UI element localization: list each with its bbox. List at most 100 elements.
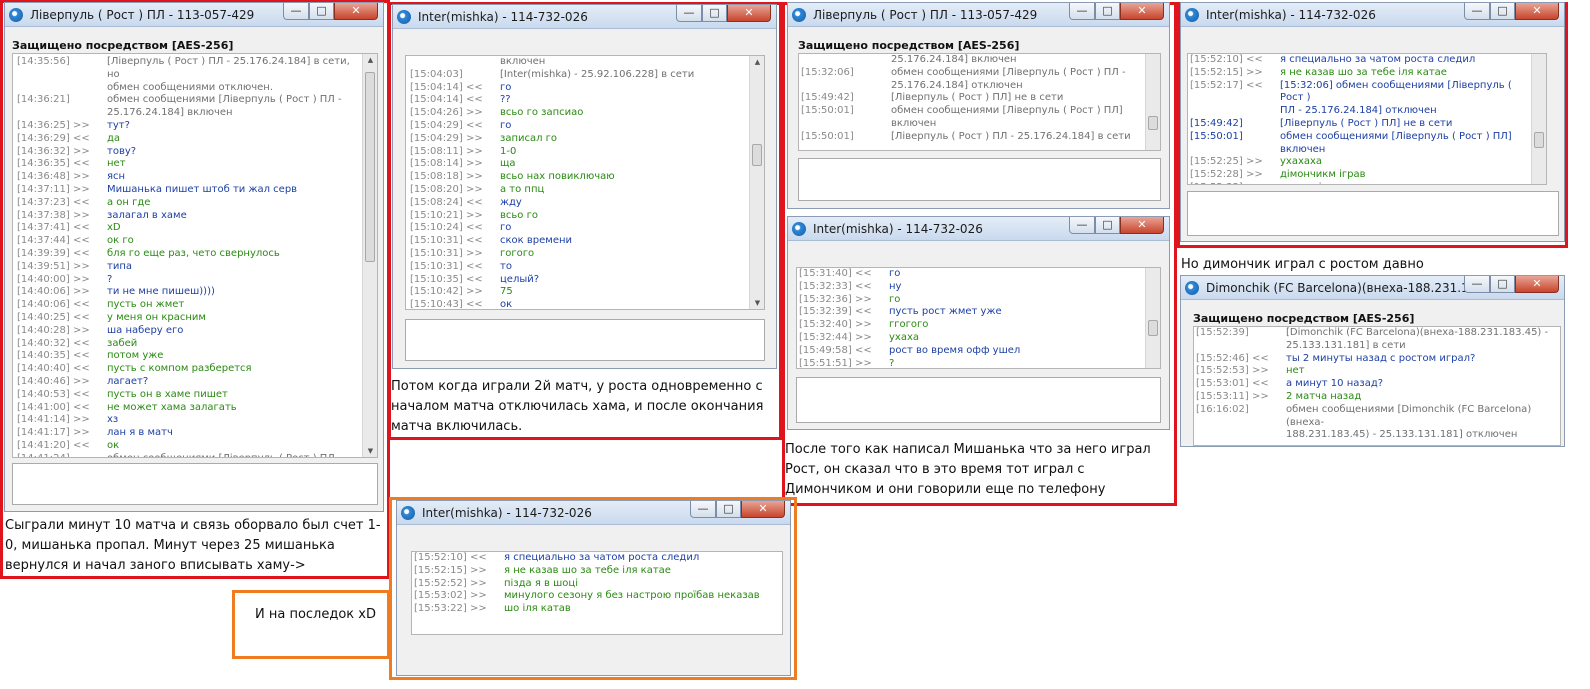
minimize-button[interactable]: — xyxy=(690,501,716,518)
message-row: [14:37:44] << ок го xyxy=(17,235,359,248)
maximize-button[interactable]: □ xyxy=(1095,217,1120,234)
message-direction: << xyxy=(855,306,872,318)
close-button[interactable]: ✕ xyxy=(727,5,771,22)
message-row: [14:36:29] << да xyxy=(17,133,359,146)
message-list[interactable]: [15:52:10] << я специально за чатом роста … xyxy=(411,551,783,635)
title-bar[interactable]: Ліверпуль ( Рост ) ПЛ - 113-057-429 — □ ✕ xyxy=(788,3,1169,27)
message-row: [15:32:44] >> ухаха xyxy=(799,332,1142,345)
minimize-button[interactable]: — xyxy=(1464,276,1490,293)
maximize-button[interactable]: □ xyxy=(1095,3,1120,20)
title-bar[interactable]: Inter(mishka) - 114-732-026 — □ ✕ xyxy=(1181,3,1564,27)
message-direction: >> xyxy=(470,603,487,615)
scroll-up-arrow[interactable]: ▲ xyxy=(363,54,377,66)
title-bar[interactable]: Inter(mishka) - 114-732-026 — □ ✕ xyxy=(393,5,776,29)
message-row: [14:36:35] << нет xyxy=(17,158,359,171)
scroll-thumb[interactable] xyxy=(365,72,375,262)
message-input[interactable] xyxy=(1187,191,1559,236)
message-time: [14:37:11] xyxy=(17,183,70,195)
minimize-button[interactable]: — xyxy=(1069,217,1095,234)
message-input[interactable] xyxy=(12,463,378,505)
maximize-button[interactable]: □ xyxy=(716,501,741,518)
message-list[interactable]: 25.176.24.184] включен [15:32:06] обмен со… xyxy=(798,53,1161,151)
message-input[interactable] xyxy=(405,319,765,361)
scroll-thumb[interactable] xyxy=(1148,116,1158,130)
scrollbar[interactable]: ▲ ▼ xyxy=(362,54,377,457)
message-text: жду xyxy=(500,196,522,208)
message-input[interactable] xyxy=(796,377,1161,423)
message-time xyxy=(801,118,857,131)
message-row: [15:52:25] >> ухахаха xyxy=(1190,156,1528,169)
message-time: [15:08:18] xyxy=(410,171,463,183)
close-button[interactable]: ✕ xyxy=(1120,3,1164,20)
message-text: обмен сообщениями отключен. xyxy=(107,81,274,93)
message-row: [14:37:41] << xD xyxy=(17,222,359,235)
message-row: [15:53:02] >> минулого сезону я без настро… xyxy=(414,590,778,603)
close-button[interactable]: ✕ xyxy=(741,501,785,518)
message-text: пусть он в хаме пишет xyxy=(107,388,228,400)
message-direction xyxy=(73,94,107,107)
message-text: ггогого xyxy=(889,319,929,331)
message-row: [15:53:01] << а минут 10 назад? xyxy=(1196,378,1556,391)
message-direction: >> xyxy=(73,414,90,426)
message-time: [14:36:48] xyxy=(17,171,70,183)
close-button[interactable]: ✕ xyxy=(334,3,378,20)
minimize-button[interactable]: — xyxy=(1069,3,1095,20)
message-text: обмен сообщениями [Ліверпуль ( Рост ) ПЛ… xyxy=(1280,130,1512,142)
minimize-button[interactable]: — xyxy=(1464,3,1490,20)
window-title: Ліверпуль ( Рост ) ПЛ - 113-057-429 xyxy=(813,7,1038,22)
chat-window-inter-2[interactable]: Inter(mishka) - 114-732-026 — □ ✕ [15:52:1… xyxy=(1180,2,1565,242)
message-row: [15:52:10] << я специально за чатом роста … xyxy=(414,552,778,565)
chat-window-liverpool-2[interactable]: Ліверпуль ( Рост ) ПЛ - 113-057-429 — □ ✕ … xyxy=(787,2,1170,209)
chat-window-inter-4[interactable]: Inter(mishka) - 114-732-026 — □ ✕ [15:52:1… xyxy=(396,500,791,676)
scrollbar[interactable] xyxy=(1145,54,1160,150)
message-direction xyxy=(857,131,891,144)
chat-window-liverpool-1[interactable]: Ліверпуль ( Рост ) ПЛ - 113-057-429 — □ ✕ … xyxy=(4,2,384,512)
message-time: [15:32:06] xyxy=(801,66,854,78)
close-button[interactable]: ✕ xyxy=(1515,3,1559,20)
message-input[interactable] xyxy=(798,158,1161,201)
chat-window-inter-1[interactable]: Inter(mishka) - 114-732-026 — □ ✕ ▲ ▼ включе… xyxy=(392,4,777,369)
message-direction: << xyxy=(466,260,483,272)
scroll-thumb[interactable] xyxy=(1534,132,1544,148)
maximize-button[interactable]: □ xyxy=(1490,276,1515,293)
message-direction: >> xyxy=(73,427,90,439)
scrollbar[interactable] xyxy=(1145,268,1160,368)
scrollbar[interactable] xyxy=(1531,54,1546,184)
message-list[interactable]: ▲ ▼ включен [15:04:03] [Inter(mishka) - 25.9… xyxy=(405,55,765,310)
message-list[interactable]: [15:31:40] << го [15:32:33] << ну [15:32:36] >>… xyxy=(796,267,1161,369)
message-text: лагает? xyxy=(107,375,149,387)
title-bar[interactable]: Ліверпуль ( Рост ) ПЛ - 113-057-429 — □ ✕ xyxy=(5,3,383,27)
maximize-button[interactable]: □ xyxy=(1490,3,1515,20)
chat-window-dimonchik[interactable]: Dimonchik (FC Barcelona)(внеха-188.231.1… xyxy=(1180,275,1565,447)
scroll-down-arrow[interactable]: ▼ xyxy=(750,297,764,309)
message-row: 25.176.24.184] отключен xyxy=(801,80,1142,93)
message-list[interactable]: [15:52:10] << я специально за чатом роста … xyxy=(1187,53,1547,185)
maximize-button[interactable]: □ xyxy=(702,5,727,22)
chat-window-inter-3[interactable]: Inter(mishka) - 114-732-026 — □ ✕ [15:31:4… xyxy=(787,216,1170,430)
message-row: [15:52:28] >> дімончикм іграв xyxy=(1190,169,1528,182)
message-list[interactable]: ▲ ▼ [14:35:56] [Ліверпуль ( Рост ) ПЛ - 25.… xyxy=(12,53,378,458)
title-bar[interactable]: Inter(mishka) - 114-732-026 — □ ✕ xyxy=(397,501,790,525)
maximize-button[interactable]: □ xyxy=(309,3,334,20)
scrollbar[interactable]: ▲ ▼ xyxy=(749,56,764,309)
title-bar[interactable]: Inter(mishka) - 114-732-026 — □ ✕ xyxy=(788,217,1169,241)
message-row: [14:40:06] << пусть он жмет xyxy=(17,299,359,312)
message-row: [14:40:32] << забей xyxy=(17,338,359,351)
minimize-button[interactable]: — xyxy=(676,5,702,22)
message-direction: << xyxy=(73,363,90,375)
minimize-button[interactable]: — xyxy=(283,3,309,20)
title-bar[interactable]: Dimonchik (FC Barcelona)(внеха-188.231.1… xyxy=(1181,276,1564,300)
scroll-down-arrow[interactable]: ▼ xyxy=(363,445,377,457)
close-button[interactable]: ✕ xyxy=(1120,217,1164,234)
message-text: хз xyxy=(107,414,119,426)
message-time: [14:37:44] xyxy=(17,235,70,247)
scroll-up-arrow[interactable]: ▲ xyxy=(750,56,764,68)
message-list[interactable]: [15:52:39] [Dimonchik (FC Barcelona)(внех… xyxy=(1193,326,1561,446)
message-text: включен xyxy=(500,56,546,67)
message-text: ПЛ - 25.176.24.184] отключен xyxy=(1280,105,1437,117)
scroll-thumb[interactable] xyxy=(1148,320,1158,336)
close-button[interactable]: ✕ xyxy=(1515,276,1559,293)
scroll-thumb[interactable] xyxy=(752,144,762,166)
message-row: [14:40:40] << пусть с компом разберется xyxy=(17,363,359,376)
message-text: типа xyxy=(107,260,132,272)
